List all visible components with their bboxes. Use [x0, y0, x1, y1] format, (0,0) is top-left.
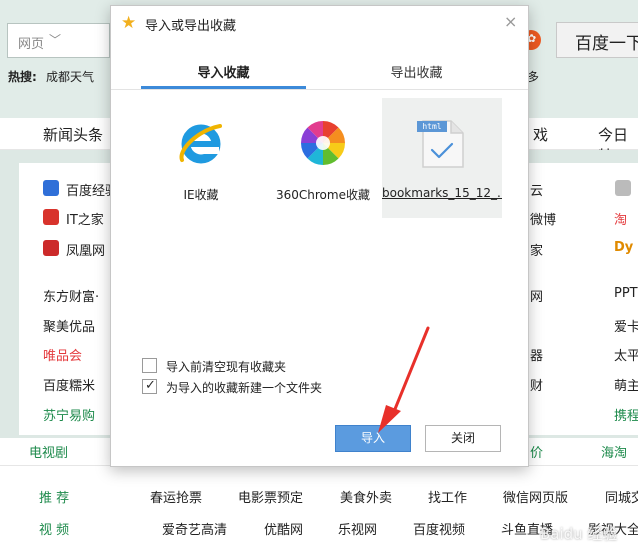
tab-price[interactable]: 价 — [530, 442, 543, 461]
tab-haitao[interactable]: 海淘 — [601, 442, 627, 461]
360chrome-icon — [301, 121, 345, 165]
source-360chrome-bookmarks[interactable]: 360Chrome收藏 — [263, 98, 383, 218]
category-video: 视 频 — [39, 523, 70, 538]
ie-icon — [179, 124, 222, 164]
site-eastmoney[interactable]: 东方财富· — [43, 286, 99, 305]
tab-export-bookmarks[interactable]: 导出收藏 — [334, 51, 499, 89]
link-food-delivery[interactable]: 美食外卖 — [340, 487, 392, 506]
ifeng-icon — [43, 240, 59, 256]
edge-icon — [615, 180, 631, 196]
source-ie-bookmarks[interactable]: IE收藏 — [141, 98, 261, 218]
tab-import-label: 导入收藏 — [197, 66, 250, 81]
baidu-jingyan-icon — [43, 180, 59, 196]
site-taiping[interactable]: 太平 — [614, 345, 638, 364]
tab-tv[interactable]: 电视剧 — [29, 442, 68, 461]
new-folder-checkbox[interactable]: ✓ — [142, 378, 157, 394]
source-html-file-bookmarks[interactable]: html bookmarks_15_12_... — [382, 98, 502, 218]
link-baidu-video[interactable]: 百度视频 — [413, 519, 465, 538]
site-aika[interactable]: 爱卡 — [614, 316, 638, 335]
search-type-select[interactable]: 网页 ﹀ — [7, 23, 110, 58]
site-taobao[interactable]: 淘 — [614, 209, 627, 228]
import-export-bookmarks-dialog: ★ 导入或导出收藏 × 导入收藏 导出收藏 IE收藏 360Chrome收藏 h… — [110, 5, 529, 467]
source-360chrome-label: 360Chrome收藏 — [276, 188, 370, 202]
search-type-label: 网页 — [18, 37, 45, 52]
html-badge: html — [417, 121, 447, 132]
site-fragment-1[interactable]: 云 — [530, 180, 543, 199]
close-icon[interactable]: × — [504, 12, 517, 31]
import-button[interactable]: 导入 — [335, 425, 411, 452]
hot-search-label: 热搜: — [8, 70, 37, 84]
site-fragment-6[interactable]: 财 — [530, 375, 543, 394]
site-ctrip[interactable]: 携程 — [614, 405, 638, 424]
chevron-down-icon: ﹀ — [49, 33, 62, 47]
tabs-divider — [111, 89, 528, 90]
tab-export-label: 导出收藏 — [390, 66, 443, 81]
nav-news[interactable]: 新闻头条 — [43, 124, 103, 145]
site-fragment-2[interactable]: 微博 — [530, 209, 556, 228]
site-dy[interactable]: Dy — [614, 240, 633, 255]
site-fragment-4[interactable]: 网 — [530, 286, 543, 305]
site-suning[interactable]: 苏宁易购 — [43, 405, 95, 424]
dialog-titlebar[interactable]: ★ 导入或导出收藏 × — [111, 6, 528, 42]
link-jobs[interactable]: 找工作 — [428, 487, 467, 506]
source-html-file-label: bookmarks_15_12_... — [382, 186, 502, 200]
site-jumei[interactable]: 聚美优品 — [43, 316, 95, 335]
source-ie-label: IE收藏 — [183, 188, 219, 202]
new-folder-label: 为导入的收藏新建一个文件夹 — [166, 381, 323, 395]
site-nuomi[interactable]: 百度糯米 — [43, 375, 95, 394]
clear-before-import-label: 导入前清空现有收藏夹 — [166, 360, 287, 374]
link-local[interactable]: 同城交 — [605, 487, 638, 506]
tab-import-bookmarks[interactable]: 导入收藏 — [141, 51, 306, 89]
site-ppt[interactable]: PPT — [614, 286, 638, 301]
clear-before-import-checkbox[interactable] — [142, 358, 157, 373]
baidu-search-label: 百度一下 — [575, 34, 638, 54]
dialog-title: 导入或导出收藏 — [145, 19, 237, 34]
link-youku[interactable]: 优酷网 — [264, 519, 303, 538]
site-fragment-5[interactable]: 器 — [530, 345, 543, 364]
site-fragment-3[interactable]: 家 — [530, 240, 543, 259]
site-ifeng[interactable]: 凤凰网 — [66, 240, 105, 259]
new-folder-option[interactable]: ✓ 为导入的收藏新建一个文件夹 — [142, 378, 362, 396]
link-movie-tickets[interactable]: 电影票预定 — [238, 487, 303, 506]
baidu-jingyan-watermark: Baidu 经验 — [540, 525, 618, 543]
link-letv[interactable]: 乐视网 — [338, 519, 377, 538]
site-ithome[interactable]: IT之家 — [66, 209, 104, 228]
close-button[interactable]: 关闭 — [425, 425, 501, 452]
baidu-search-button[interactable]: 百度一下 — [556, 22, 638, 58]
link-train-tickets[interactable]: 春运抢票 — [150, 487, 202, 506]
site-vip[interactable]: 唯品会 — [43, 345, 82, 364]
category-recommend: 推 荐 — [39, 491, 70, 506]
ithome-icon — [43, 209, 59, 225]
site-mengzhu[interactable]: 萌主 — [614, 375, 638, 394]
nav-games[interactable]: 戏 — [533, 124, 548, 145]
clear-before-import-option[interactable]: 导入前清空现有收藏夹 — [142, 357, 342, 375]
link-iqiyi[interactable]: 爱奇艺高清 — [162, 519, 227, 538]
hot-search-item[interactable]: 成都天气 — [46, 68, 94, 85]
checkmark-icon: ✓ — [145, 378, 156, 393]
star-icon: ★ — [121, 13, 137, 33]
link-wechat-web[interactable]: 微信网页版 — [503, 487, 568, 506]
